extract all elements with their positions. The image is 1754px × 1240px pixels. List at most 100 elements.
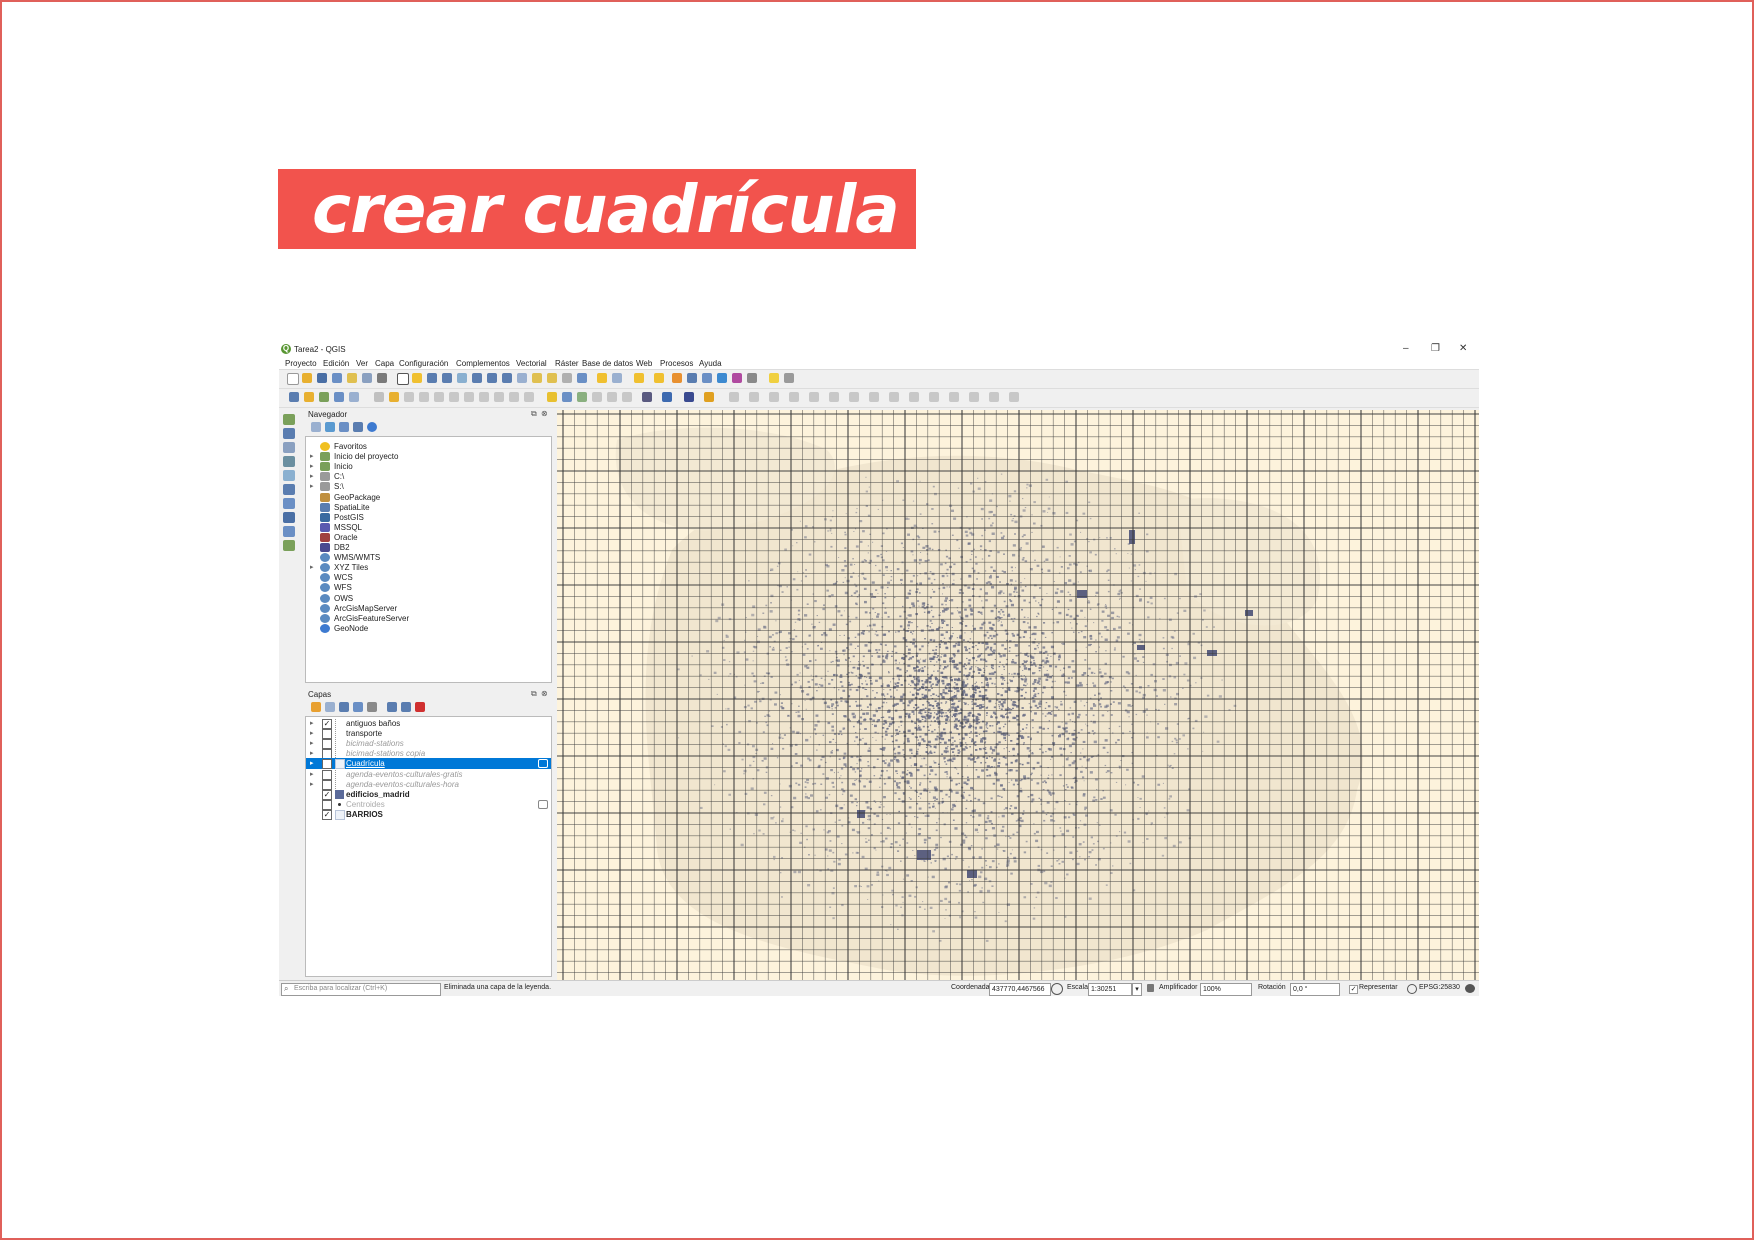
- collapse-layers-icon[interactable]: [401, 702, 411, 712]
- style-manager-icon[interactable]: [377, 373, 387, 383]
- statistics-icon[interactable]: [732, 373, 742, 383]
- bookmark-icon[interactable]: [562, 373, 572, 383]
- zoom-to-selection-icon[interactable]: [487, 373, 497, 383]
- plugin-icon[interactable]: [662, 392, 672, 402]
- expand-arrow-icon[interactable]: ▸: [310, 739, 314, 747]
- add-wms-layer-icon[interactable]: [283, 512, 295, 523]
- maximize-button[interactable]: ❐: [1431, 343, 1440, 354]
- python-console-icon[interactable]: [642, 392, 652, 402]
- zoom-to-layer-icon[interactable]: [502, 373, 512, 383]
- add-ring-icon[interactable]: [789, 392, 799, 402]
- text-annotation-icon[interactable]: [784, 373, 794, 383]
- add-raster-layer-icon[interactable]: [283, 428, 295, 439]
- delete-part-icon[interactable]: [869, 392, 879, 402]
- measure-line-icon[interactable]: [747, 373, 757, 383]
- label-rotate-icon[interactable]: [607, 392, 617, 402]
- collapse-all-icon[interactable]: [353, 422, 363, 432]
- zoom-native-icon[interactable]: [517, 373, 527, 383]
- pan-to-selection-icon[interactable]: [412, 373, 422, 383]
- zoom-last-icon[interactable]: [532, 373, 542, 383]
- layers-panel-close-icon[interactable]: ⊗: [541, 689, 548, 698]
- menu-procesos[interactable]: Procesos: [660, 359, 693, 368]
- measure-icon[interactable]: [612, 373, 622, 383]
- add-raster-icon[interactable]: [334, 392, 344, 402]
- redo-icon[interactable]: [524, 392, 534, 402]
- identify-icon[interactable]: [597, 373, 607, 383]
- reshape-icon[interactable]: [889, 392, 899, 402]
- toggle-extents-icon[interactable]: [1051, 983, 1063, 995]
- crs-label[interactable]: EPSG:25830: [1419, 984, 1460, 991]
- deselect-icon[interactable]: [654, 373, 664, 383]
- manage-visibility-icon[interactable]: [339, 702, 349, 712]
- pan-icon[interactable]: [397, 373, 409, 385]
- select-icon[interactable]: [634, 373, 644, 383]
- expand-arrow-icon[interactable]: ▸: [310, 780, 314, 788]
- style-panel-icon[interactable]: [311, 702, 321, 712]
- filter-icon[interactable]: [339, 422, 349, 432]
- label-pin-icon[interactable]: [562, 392, 572, 402]
- menu-complementos[interactable]: Complementos: [456, 359, 510, 368]
- coordinate-field[interactable]: 437770,4467566: [989, 983, 1051, 996]
- rotation-field[interactable]: 0,0 °: [1290, 983, 1340, 996]
- add-feature-icon[interactable]: [419, 392, 429, 402]
- vertex-tool-icon[interactable]: [434, 392, 444, 402]
- expand-arrow-icon[interactable]: ▸: [310, 452, 314, 460]
- menu-ver[interactable]: Ver: [356, 359, 368, 368]
- menu-vectorial[interactable]: Vectorial: [516, 359, 547, 368]
- expand-arrow-icon[interactable]: ▸: [310, 462, 314, 470]
- add-delimited-text-icon[interactable]: [283, 456, 295, 467]
- expand-arrow-icon[interactable]: ▸: [310, 729, 314, 737]
- close-button[interactable]: ✕: [1459, 343, 1467, 354]
- add-group-icon[interactable]: [325, 702, 335, 712]
- filter-legend-icon[interactable]: [367, 702, 377, 712]
- expand-arrow-icon[interactable]: ▸: [310, 749, 314, 757]
- menu-ayuda[interactable]: Ayuda: [699, 359, 722, 368]
- panel-close-icon[interactable]: ⊗: [541, 409, 548, 418]
- split-parts-icon[interactable]: [949, 392, 959, 402]
- save-as-icon[interactable]: [332, 373, 342, 383]
- data-source-manager-icon[interactable]: [289, 392, 299, 402]
- layers-panel-float-icon[interactable]: ⧉: [531, 689, 537, 699]
- save-edits-icon[interactable]: [404, 392, 414, 402]
- label-move-icon[interactable]: [592, 392, 602, 402]
- split-features-icon[interactable]: [929, 392, 939, 402]
- label-show-icon[interactable]: [577, 392, 587, 402]
- menu-configuracion[interactable]: Configuración: [399, 359, 448, 368]
- render-checkbox[interactable]: ✓: [1349, 985, 1358, 994]
- expand-arrow-icon[interactable]: ▸: [310, 759, 314, 767]
- menu-raster[interactable]: Ráster: [555, 359, 579, 368]
- browser-item[interactable]: GeoNode: [306, 623, 551, 634]
- menu-capa[interactable]: Capa: [375, 359, 394, 368]
- add-wfs-layer-icon[interactable]: [283, 540, 295, 551]
- expand-arrow-icon[interactable]: ▸: [310, 563, 314, 571]
- add-wms-icon[interactable]: [349, 392, 359, 402]
- paste-features-icon[interactable]: [494, 392, 504, 402]
- save-project-icon[interactable]: [317, 373, 327, 383]
- scale-field[interactable]: 1:30251: [1088, 983, 1132, 996]
- menu-edicion[interactable]: Edición: [323, 359, 349, 368]
- copy-features-icon[interactable]: [479, 392, 489, 402]
- delete-selected-icon[interactable]: [449, 392, 459, 402]
- magnifier-field[interactable]: 100%: [1200, 983, 1252, 996]
- current-edits-icon[interactable]: [374, 392, 384, 402]
- toggle-editing-pencil-icon[interactable]: [389, 392, 399, 402]
- rotate-point-icon[interactable]: [1009, 392, 1019, 402]
- field-calculator-icon[interactable]: [702, 373, 712, 383]
- merge-attributes-icon[interactable]: [989, 392, 999, 402]
- zoom-in-icon[interactable]: [427, 373, 437, 383]
- add-postgis-icon[interactable]: [283, 484, 295, 495]
- processing-toolbox-icon[interactable]: [684, 392, 694, 402]
- layer-indicator-icon[interactable]: [538, 759, 548, 769]
- layer-visibility-checkbox[interactable]: ✓: [322, 809, 332, 820]
- zoom-full-icon[interactable]: [472, 373, 482, 383]
- lock-scale-icon[interactable]: [1147, 984, 1154, 992]
- label-change-icon[interactable]: [622, 392, 632, 402]
- advanced-digitize-icon[interactable]: [729, 392, 739, 402]
- menu-web[interactable]: Web: [636, 359, 652, 368]
- expand-arrow-icon[interactable]: ▸: [310, 770, 314, 778]
- zoom-next-icon[interactable]: [547, 373, 557, 383]
- label-icon[interactable]: [547, 392, 557, 402]
- new-project-icon[interactable]: [287, 373, 299, 385]
- layout-manager-icon[interactable]: [362, 373, 372, 383]
- undo-icon[interactable]: [509, 392, 519, 402]
